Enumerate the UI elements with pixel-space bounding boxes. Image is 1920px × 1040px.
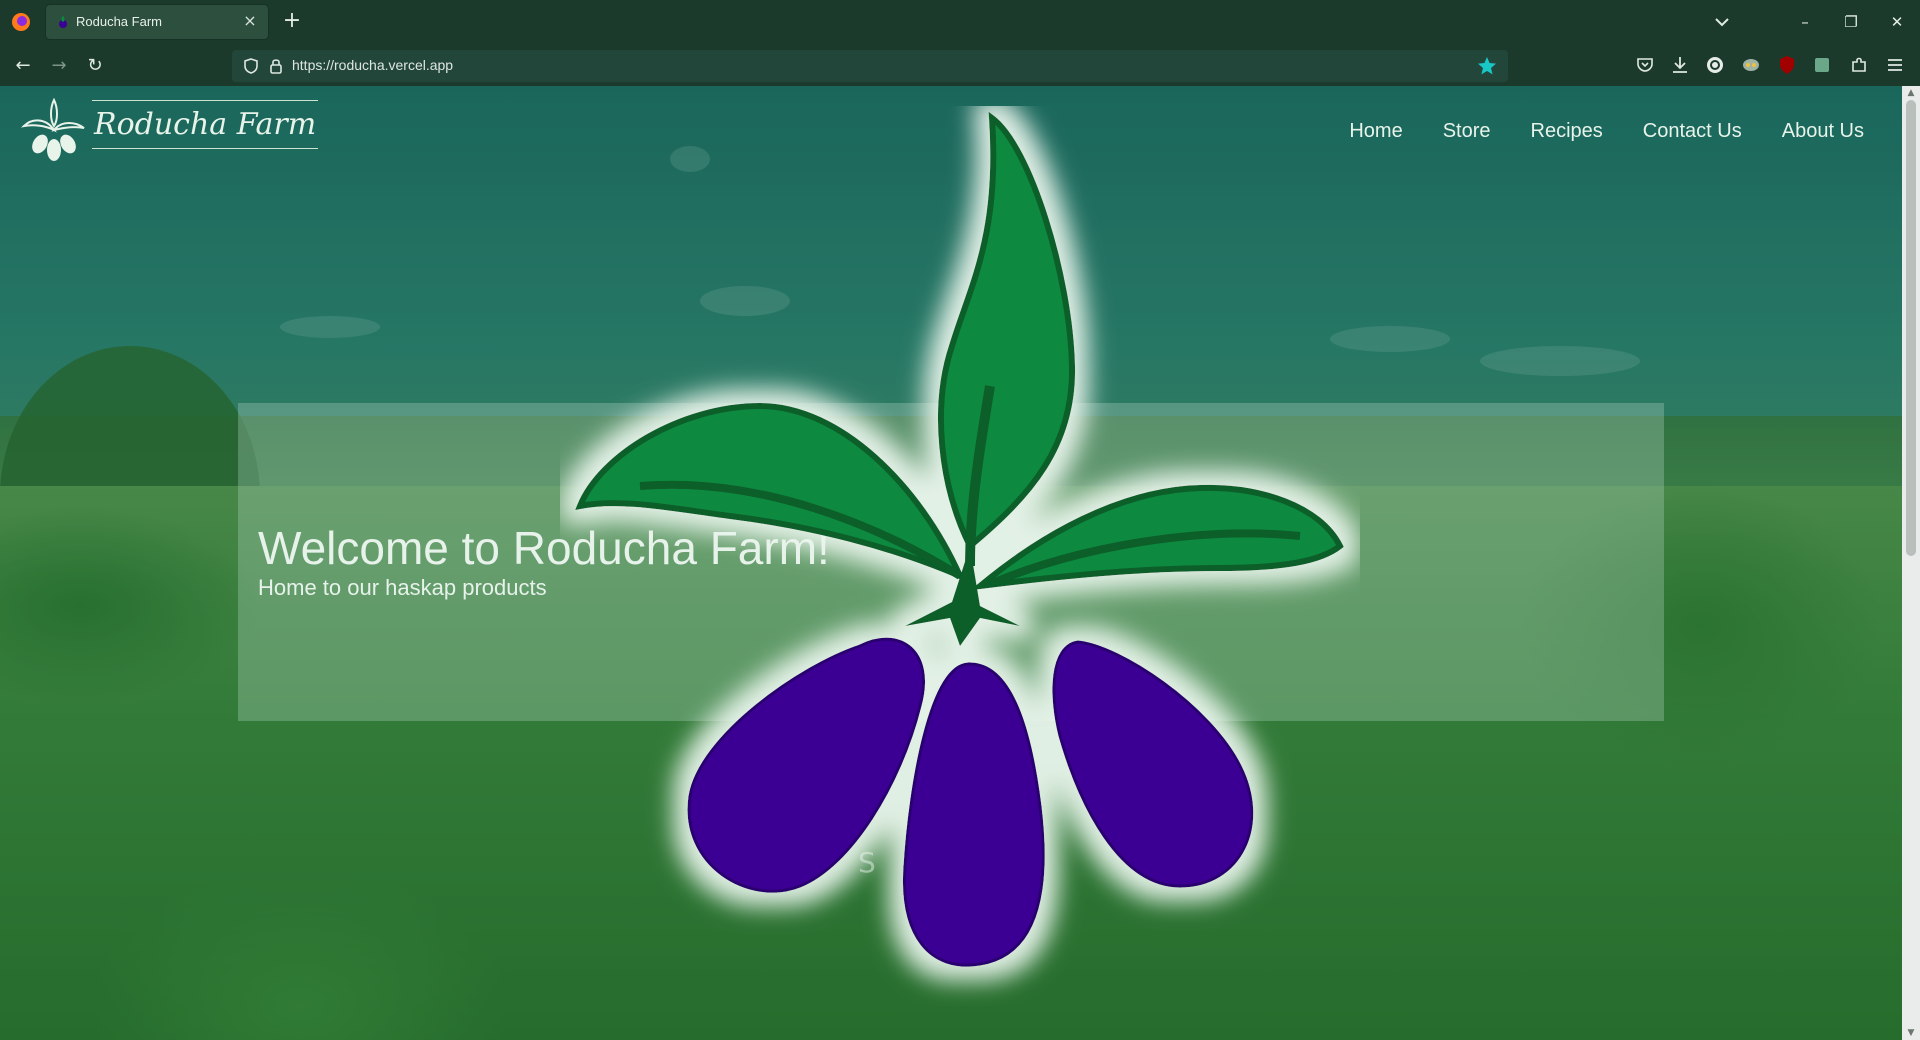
reload-button[interactable]: ↻ [82,53,108,79]
extensions-puzzle-icon[interactable] [1848,54,1870,76]
page-viewport: Roducha Farm Home Store Recipes Contact … [0,86,1902,1040]
browser-tab-bar: Roducha Farm × + – ❐ ✕ [0,0,1920,44]
forward-button[interactable]: → [46,53,72,79]
close-window-button[interactable]: ✕ [1882,8,1912,36]
site-brand-title[interactable]: Roducha Farm [92,100,319,149]
site-navigation: Home Store Recipes Contact Us About Us [1349,120,1864,143]
nav-link-store[interactable]: Store [1443,120,1491,143]
shield-icon[interactable] [242,57,260,75]
minimize-button[interactable]: – [1790,8,1820,36]
grammarly-extension-icon[interactable] [1704,54,1726,76]
hero-subtitle: Home to our haskap products [258,575,547,600]
nav-link-contact-us[interactable]: Contact Us [1643,120,1742,143]
url-bar[interactable]: https://roducha.vercel.app [232,50,1508,82]
extension-owl-icon[interactable] [1740,54,1762,76]
bookmark-star-icon[interactable] [1476,55,1498,77]
scrollbar-thumb[interactable] [1906,100,1916,556]
haskap-favicon-icon [59,16,67,28]
lock-icon[interactable] [268,57,284,75]
new-tab-button[interactable]: + [280,10,304,34]
firefox-icon[interactable] [10,11,32,33]
ublock-origin-icon[interactable] [1776,54,1798,76]
haskap-flower-logo-icon [575,111,1344,967]
tab-title: Roducha Farm [76,14,162,29]
list-all-tabs-chevron-icon[interactable] [1710,10,1734,34]
url-text[interactable]: https://roducha.vercel.app [292,57,453,73]
browser-nav-bar: ← → ↻ https://roducha.vercel.app [0,44,1920,86]
scroll-up-arrow-icon[interactable]: ▲ [1905,88,1917,98]
close-tab-icon[interactable]: × [240,11,260,31]
page-scrollbar[interactable]: ▲ ▼ [1902,86,1920,1040]
nav-link-recipes[interactable]: Recipes [1531,120,1603,143]
nav-link-about-us[interactable]: About Us [1782,120,1864,143]
download-icon[interactable] [1669,54,1691,76]
back-button[interactable]: ← [10,53,36,79]
scroll-down-arrow-icon[interactable]: ▼ [1905,1028,1917,1038]
restore-button[interactable]: ❐ [1836,8,1866,36]
pocket-icon[interactable] [1634,54,1656,76]
roducha-logo-icon[interactable] [18,96,90,168]
hamburger-menu-icon[interactable] [1884,54,1906,76]
tab-roducha-farm[interactable]: Roducha Farm × [46,5,268,39]
extension-square-icon[interactable] [1811,54,1833,76]
